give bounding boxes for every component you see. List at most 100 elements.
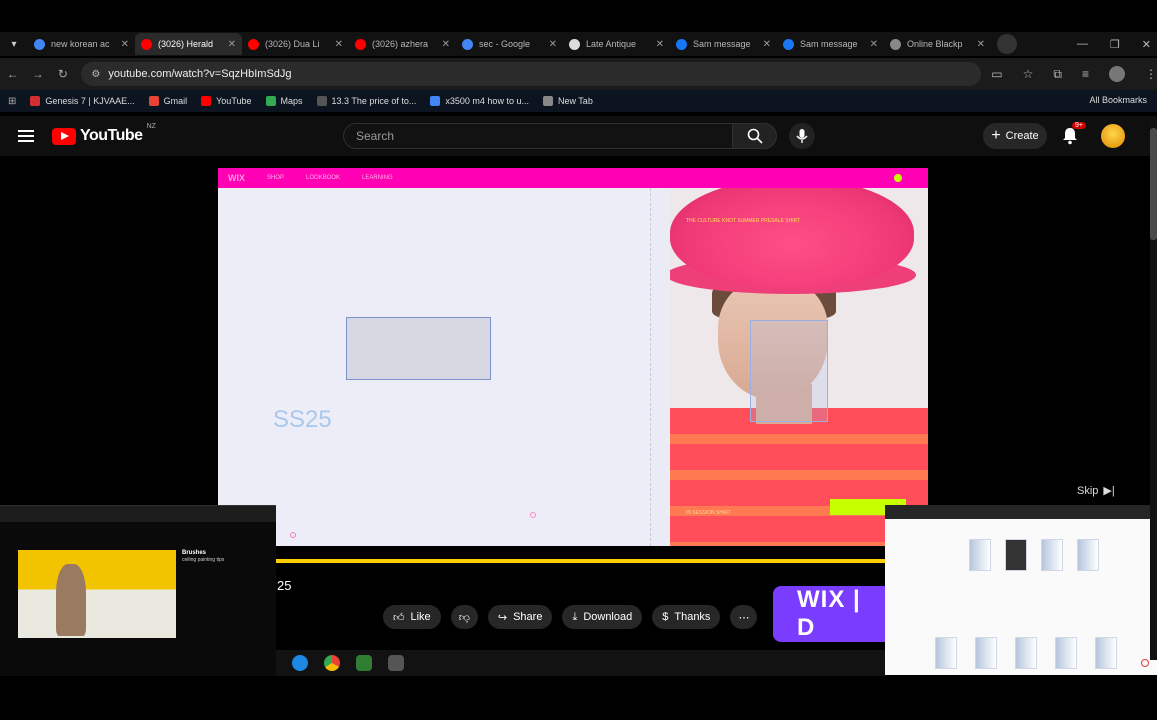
thanks-button[interactable]: $ Thanks xyxy=(652,605,721,629)
wix-site-navbar: WIX SHOP LOOKBOOK LEARNING xyxy=(218,168,928,188)
camera-icon[interactable] xyxy=(388,655,404,671)
tab-close-icon[interactable]: ✕ xyxy=(549,39,557,50)
tab-close-icon[interactable]: ✕ xyxy=(335,39,343,50)
bookmarks-bar: ⊞ Genesis 7 | KJVAAE... Gmail YouTube Maps 1… xyxy=(0,90,1157,112)
pip-left-text: Brushes ceiling painting tips xyxy=(182,550,262,564)
menu-icon[interactable] xyxy=(18,130,34,142)
tab-label: (3026) Herald xyxy=(158,39,214,49)
country-code: NZ xyxy=(146,123,156,130)
product-thumb xyxy=(975,637,997,669)
thanks-icon: $ xyxy=(662,611,669,623)
bookmark-item[interactable]: x3500 m4 how to u... xyxy=(430,96,529,106)
wix-nav-item: LOOKBOOK xyxy=(306,175,341,181)
download-button[interactable]: ⤓ Download xyxy=(562,605,643,629)
close-window-icon[interactable]: ✕ xyxy=(1142,38,1151,51)
wix-nav-item: WIX xyxy=(228,173,245,183)
tab-close-icon[interactable]: ✕ xyxy=(228,39,236,50)
browser-tab[interactable]: Online Blackp ✕ xyxy=(884,33,991,55)
more-icon: ⋯ xyxy=(738,611,750,624)
browser-tab[interactable]: (3026) azhera ✕ xyxy=(349,33,456,55)
tab-close-icon[interactable]: ✕ xyxy=(121,39,129,50)
tab-close-icon[interactable]: ✕ xyxy=(763,39,771,50)
minimize-icon[interactable]: — xyxy=(1077,38,1088,50)
pip-window-right[interactable] xyxy=(885,505,1157,675)
bookmark-item[interactable]: YouTube xyxy=(201,96,252,106)
bookmark-label: Maps xyxy=(280,96,303,106)
apps-icon[interactable]: ⊞ xyxy=(8,96,16,107)
bookmark-favicon-icon xyxy=(542,96,553,106)
scrollbar-thumb[interactable] xyxy=(1150,128,1157,240)
search-input[interactable] xyxy=(343,123,733,149)
model-photo: THE CULTURE KNOT SUMMER PRESALE SHIRT IN… xyxy=(670,188,928,546)
browser-tab[interactable]: Late Antique ✕ xyxy=(563,33,670,55)
browser-tab[interactable]: sec - Google ✕ xyxy=(456,33,563,55)
reload-icon[interactable]: ↻ xyxy=(50,67,75,81)
tab-close-icon[interactable]: ✕ xyxy=(656,39,664,50)
site-info-icon[interactable]: ⚙ xyxy=(91,69,100,80)
chrome-icon[interactable] xyxy=(324,655,340,671)
restore-icon[interactable]: ❐ xyxy=(1110,38,1120,51)
skip-label: Skip xyxy=(1077,484,1099,497)
pip-window-left[interactable]: Brushes ceiling painting tips xyxy=(0,505,276,676)
extensions-icon[interactable]: ⧉ xyxy=(1053,67,1062,82)
collection-heading: SS25 xyxy=(273,406,332,433)
browser-tab[interactable]: new korean ac ✕ xyxy=(28,33,135,55)
cast-icon[interactable]: ▭ xyxy=(991,67,1002,81)
youtube-logo[interactable]: YouTube NZ xyxy=(52,123,156,145)
address-bar[interactable]: ⚙ youtube.com/watch?v=SqzHbImSdJg xyxy=(81,62,982,86)
bookmark-item[interactable]: 13.3 The price of to... xyxy=(316,96,417,106)
more-actions-button[interactable]: ⋯ xyxy=(730,605,758,629)
profile-avatar[interactable] xyxy=(1108,66,1125,82)
like-label: Like xyxy=(410,611,431,623)
share-button[interactable]: ↪ Share xyxy=(487,605,553,629)
all-bookmarks-link[interactable]: All Bookmarks xyxy=(1089,95,1147,105)
like-button[interactable]: 👍︎ Like xyxy=(383,605,441,629)
notifications-bell-icon[interactable] xyxy=(1062,127,1078,145)
tab-favicon-icon xyxy=(248,38,259,50)
pip-left-person xyxy=(56,564,86,636)
pip-right-titlebar xyxy=(885,505,1157,519)
pip-left-titlebar xyxy=(0,506,276,522)
new-tab-button[interactable] xyxy=(997,34,1017,54)
video-actions: 👍︎ Like 👎︎ ↪ Share ⤓ Download $ Thanks ⋯ xyxy=(383,605,758,629)
record-icon xyxy=(1141,659,1149,667)
skip-ad-button[interactable]: Skip ▶| xyxy=(1077,484,1115,498)
bookmark-item[interactable]: New Tab xyxy=(542,96,593,106)
tab-favicon-icon xyxy=(783,38,794,50)
browser-tab[interactable]: (3026) Dua Li ✕ xyxy=(242,33,349,55)
forward-icon[interactable]: → xyxy=(25,67,50,81)
pink-marker xyxy=(530,512,536,518)
browser-tab[interactable]: Sam message ✕ xyxy=(777,33,884,55)
voice-search-button[interactable] xyxy=(789,123,815,149)
search-button[interactable] xyxy=(733,123,777,149)
browser-tab[interactable]: Sam message ✕ xyxy=(670,33,777,55)
app-green-icon[interactable] xyxy=(356,655,372,671)
tab-favicon-icon xyxy=(355,38,366,50)
create-button[interactable]: + Create xyxy=(983,123,1047,149)
tab-close-icon[interactable]: ✕ xyxy=(977,39,985,50)
search-icon xyxy=(747,128,763,144)
browser-tab[interactable]: (3026) Herald ✕ xyxy=(135,33,242,55)
product-thumb xyxy=(1055,637,1077,669)
reading-list-icon[interactable]: ≡ xyxy=(1082,67,1089,81)
bookmark-label: 13.3 The price of to... xyxy=(331,96,417,106)
back-icon[interactable]: ← xyxy=(0,67,25,81)
bookmark-item[interactable]: Genesis 7 | KJVAAE... xyxy=(30,96,135,106)
dislike-button[interactable]: 👎︎ xyxy=(450,605,478,629)
browser-tab-strip: ▾ new korean ac ✕ (3026) Herald ✕ (3026) Dua… xyxy=(0,32,1157,56)
bookmark-star-icon[interactable]: ☆ xyxy=(1023,67,1034,81)
more-menu-icon[interactable]: ⋮ xyxy=(1145,67,1157,81)
bookmark-item[interactable]: Gmail xyxy=(148,96,187,106)
wix-ad-banner[interactable]: WIX | D xyxy=(773,586,885,642)
tab-close-icon[interactable]: ✕ xyxy=(442,39,450,50)
account-avatar[interactable] xyxy=(1101,124,1125,148)
tab-close-icon[interactable]: ✕ xyxy=(870,39,878,50)
pink-dot xyxy=(290,532,296,538)
edge-icon[interactable] xyxy=(292,655,308,671)
video-player[interactable]: WIX SHOP LOOKBOOK LEARNING SS25 THE CULT… xyxy=(218,168,928,546)
bookmark-item[interactable]: Maps xyxy=(265,96,303,106)
tab-label: Late Antique xyxy=(586,39,637,49)
thumbs-up-icon: 👍︎ xyxy=(393,611,405,624)
tab-label: Online Blackp xyxy=(907,39,963,49)
tab-search-icon[interactable]: ▾ xyxy=(0,32,28,56)
